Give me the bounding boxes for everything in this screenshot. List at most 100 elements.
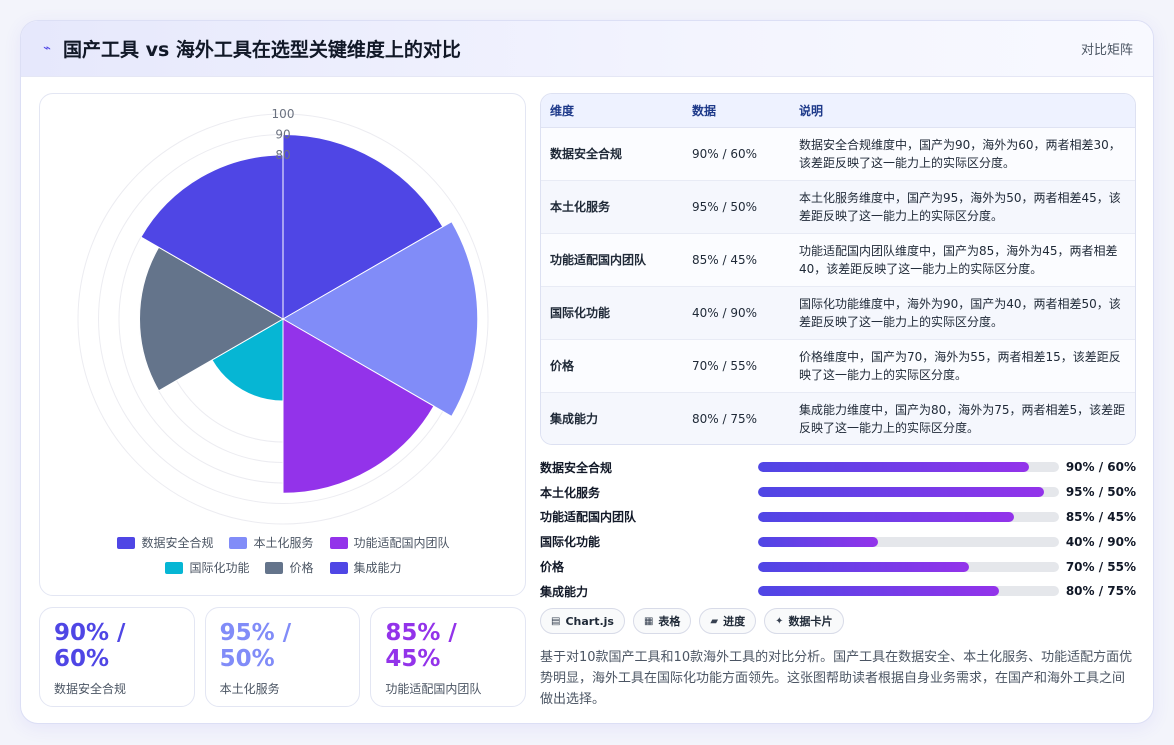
- table-cell-description: 数据安全合规维度中，国产为90，海外为60，两者相差30，该差距反映了这一能力上…: [790, 127, 1135, 181]
- progress-label: 本土化服务: [540, 485, 601, 500]
- table-row: 本土化服务 95% / 50% 本土化服务维度中，国产为95，海外为50，两者相差4…: [541, 180, 1135, 234]
- tag-chip[interactable]: ▦ 表格: [632, 608, 692, 634]
- progress-fill: [758, 536, 879, 547]
- chart-line-icon: ⌁: [43, 41, 51, 56]
- progress-list: 数据安全合规 90% / 60% 本土化服务 95% / 50% 功能适配国内团队 85%…: [540, 455, 1136, 604]
- progress-value: 90% / 60%: [1065, 460, 1136, 475]
- progress-track: [758, 487, 1059, 498]
- legend-label: 数据安全合规: [141, 536, 214, 550]
- polar-chart-panel: 80 90 100 数据安全合规 本土化服务 功能适配国内团队国际化功能 价格 集成能力: [39, 93, 526, 596]
- legend-item[interactable]: 功能适配国内团队: [329, 534, 450, 551]
- table-cell-description: 国际化功能维度中，海外为90，国产为40，两者相差50，该差距反映了这一能力上的…: [790, 286, 1135, 340]
- chip-label: 数据卡片: [788, 615, 833, 628]
- table-icon: ▦: [643, 615, 654, 627]
- radial-tick-label: 80: [275, 148, 290, 162]
- legend-label: 功能适配国内团队: [353, 536, 450, 550]
- legend-item[interactable]: 国际化功能: [165, 559, 249, 576]
- table-header-description: 说明: [790, 94, 1135, 128]
- stat-card: 90% / 60% 数据安全合规: [39, 607, 195, 707]
- legend-label: 价格: [289, 561, 314, 575]
- table-cell-dimension: 本土化服务: [541, 180, 683, 234]
- header-tag: 对比矩阵: [1080, 43, 1133, 58]
- legend-swatch: [117, 536, 136, 549]
- progress-track: [758, 511, 1059, 522]
- progress-value: 95% / 50%: [1065, 485, 1136, 500]
- table-cell-description: 功能适配国内团队维度中，国产为85，海外为45，两者相差40，该差距反映了这一能…: [790, 233, 1135, 287]
- legend-swatch: [329, 536, 348, 549]
- chip-label: Chart.js: [565, 614, 614, 628]
- progress-row: 功能适配国内团队 85% / 45%: [540, 505, 1136, 530]
- stat-card: 95% / 50% 本土化服务: [204, 607, 361, 707]
- table-row: 功能适配国内团队 85% / 45% 功能适配国内团队维度中，国产为85，海外为45…: [541, 233, 1135, 287]
- stat-label: 功能适配国内团队: [385, 682, 482, 696]
- radial-tick-label: 100: [272, 107, 295, 121]
- comparison-table: 维度 数据 说明 数据安全合规 90% / 60% 数据安全合规维度中，国产为90，…: [541, 94, 1135, 444]
- table-row: 数据安全合规 90% / 60% 数据安全合规维度中，国产为90，海外为60，两者相…: [541, 127, 1135, 181]
- progress-label: 数据安全合规: [540, 460, 613, 475]
- table-header-row: 维度 数据 说明: [541, 94, 1135, 128]
- page-title: 国产工具 vs 海外工具在选型关键维度上的对比: [63, 39, 461, 61]
- tag-chip[interactable]: ✦ 数据卡片: [764, 608, 844, 634]
- progress-value: 80% / 75%: [1065, 584, 1136, 599]
- legend-label: 本土化服务: [253, 536, 314, 550]
- stat-cards: 90% / 60% 数据安全合规 95% / 50% 本土化服务 85% / 45% 功能…: [39, 607, 527, 707]
- tag-chip[interactable]: ▰ 进度: [699, 608, 757, 634]
- legend-item[interactable]: 集成能力: [329, 559, 402, 576]
- table-header-dimension: 维度: [541, 94, 683, 128]
- table-row: 国际化功能 40% / 90% 国际化功能维度中，海外为90，国产为40，两者相差5…: [541, 286, 1135, 340]
- legend-label: 集成能力: [353, 561, 402, 575]
- chart-legend: 数据安全合规 本土化服务 功能适配国内团队国际化功能 价格 集成能力: [40, 534, 527, 576]
- stat-label: 数据安全合规: [54, 682, 127, 696]
- table-header-data: 数据: [683, 94, 790, 128]
- table-cell-description: 价格维度中，国产为70，海外为55，两者相差15，该差距反映了这一能力上的实际区…: [790, 339, 1135, 393]
- table-cell-data: 90% / 60%: [683, 127, 790, 181]
- progress-fill: [758, 586, 999, 597]
- progress-label: 价格: [540, 560, 565, 575]
- progress-label: 国际化功能: [540, 535, 601, 550]
- legend-swatch: [329, 561, 348, 574]
- table-row: 集成能力 80% / 75% 集成能力维度中，国产为80，海外为75，两者相差5，该…: [541, 392, 1135, 444]
- tag-chips: ▤ Chart.js ▦ 表格 ▰ 进度 ✦ 数据卡片: [540, 608, 844, 634]
- progress-row: 国际化功能 40% / 90%: [540, 529, 1136, 554]
- stat-card: 85% / 45% 功能适配国内团队: [370, 607, 527, 707]
- progress-track: [758, 561, 1059, 572]
- progress-row: 价格 70% / 55%: [540, 554, 1136, 579]
- table-cell-dimension: 数据安全合规: [541, 127, 683, 181]
- progress-value: 40% / 90%: [1065, 534, 1136, 549]
- table-cell-dimension: 集成能力: [541, 392, 683, 444]
- tag-chip[interactable]: ▤ Chart.js: [540, 608, 625, 634]
- stat-value: 95% / 50%: [219, 620, 292, 672]
- progress-label: 集成能力: [540, 584, 589, 599]
- chip-label: 进度: [723, 615, 746, 628]
- progress-label: 功能适配国内团队: [540, 510, 637, 525]
- legend-item[interactable]: 本土化服务: [229, 534, 314, 551]
- card-header: ⌁ 国产工具 vs 海外工具在选型关键维度上的对比 对比矩阵: [21, 21, 1153, 77]
- legend-swatch: [265, 561, 284, 574]
- legend-swatch: [165, 561, 184, 574]
- stat-label: 本土化服务: [219, 682, 280, 696]
- radial-tick-label: 90: [275, 128, 290, 142]
- stat-value: 85% / 45%: [385, 620, 457, 672]
- progress-fill: [758, 561, 969, 572]
- title-wrap: ⌁ 国产工具 vs 海外工具在选型关键维度上的对比: [41, 35, 461, 62]
- stat-value: 90% / 60%: [54, 620, 126, 672]
- table-cell-dimension: 价格: [541, 339, 683, 393]
- progress-value: 85% / 45%: [1065, 509, 1136, 524]
- sparkle-icon: ✦: [775, 615, 784, 627]
- comparison-card: ⌁ 国产工具 vs 海外工具在选型关键维度上的对比 对比矩阵 80 90 100 数…: [20, 20, 1154, 724]
- progress-fill: [758, 511, 1014, 522]
- progress-row: 本土化服务 95% / 50%: [540, 480, 1136, 505]
- legend-item[interactable]: 数据安全合规: [117, 534, 213, 551]
- table-cell-dimension: 国际化功能: [541, 286, 683, 340]
- summary-text: 基于对10款国产工具和10款海外工具的对比分析。国产工具在数据安全、本土化服务、…: [540, 650, 1133, 707]
- table-cell-dimension: 功能适配国内团队: [541, 233, 683, 287]
- progress-row: 数据安全合规 90% / 60%: [540, 455, 1136, 480]
- progress-track: [758, 462, 1059, 473]
- legend-item[interactable]: 价格: [265, 559, 314, 576]
- table-row: 价格 70% / 55% 价格维度中，国产为70，海外为55，两者相差15，该差距反…: [541, 339, 1135, 393]
- legend-label: 国际化功能: [189, 561, 250, 575]
- legend-swatch: [229, 536, 248, 549]
- polar-area-chart[interactable]: 80 90 100: [40, 94, 527, 534]
- table-cell-data: 85% / 45%: [683, 233, 790, 287]
- table-cell-description: 本土化服务维度中，国产为95，海外为50，两者相差45，该差距反映了这一能力上的…: [790, 180, 1135, 234]
